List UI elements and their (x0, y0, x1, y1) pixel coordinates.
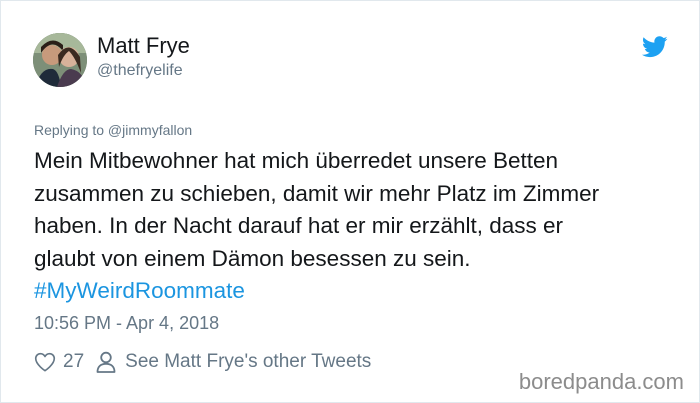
author-handle[interactable]: @thefryelife (97, 62, 183, 80)
tweet-text-line: glaubt von einem Dämon besessen zu sein. (34, 245, 471, 271)
tweet-text-line: Mein Mitbewohner hat mich überredet unse… (34, 148, 559, 173)
like-count[interactable]: 27 (63, 351, 84, 373)
tweet-text-line: haben. In der Nacht darauf hat er mir er… (34, 213, 564, 238)
other-tweets-link[interactable]: See Matt Frye's other Tweets (125, 351, 371, 373)
person-icon (96, 351, 116, 373)
replying-to[interactable]: Replying to @jimmyfallon (34, 122, 192, 138)
heart-icon[interactable] (34, 352, 56, 372)
avatar-photo (33, 33, 87, 87)
timestamp[interactable]: 10:56 PM - Apr 4, 2018 (34, 313, 219, 334)
tweet-text-line: zusammen zu schieben, damit wir mehr Pla… (34, 180, 600, 206)
hashtag-link[interactable]: #MyWeirdRoommate (34, 275, 245, 308)
author-name[interactable]: Matt Frye (97, 33, 190, 59)
twitter-bird-icon[interactable] (642, 36, 668, 58)
tweet-actions: 27 See Matt Frye's other Tweets (34, 348, 371, 376)
tweet-card: Matt Frye @thefryelife Replying to @jimm… (0, 0, 700, 403)
tweet-text: Mein Mitbewohner hat mich überredet unse… (34, 145, 674, 275)
watermark: boredpanda.com (518, 369, 684, 394)
avatar[interactable] (33, 33, 87, 87)
